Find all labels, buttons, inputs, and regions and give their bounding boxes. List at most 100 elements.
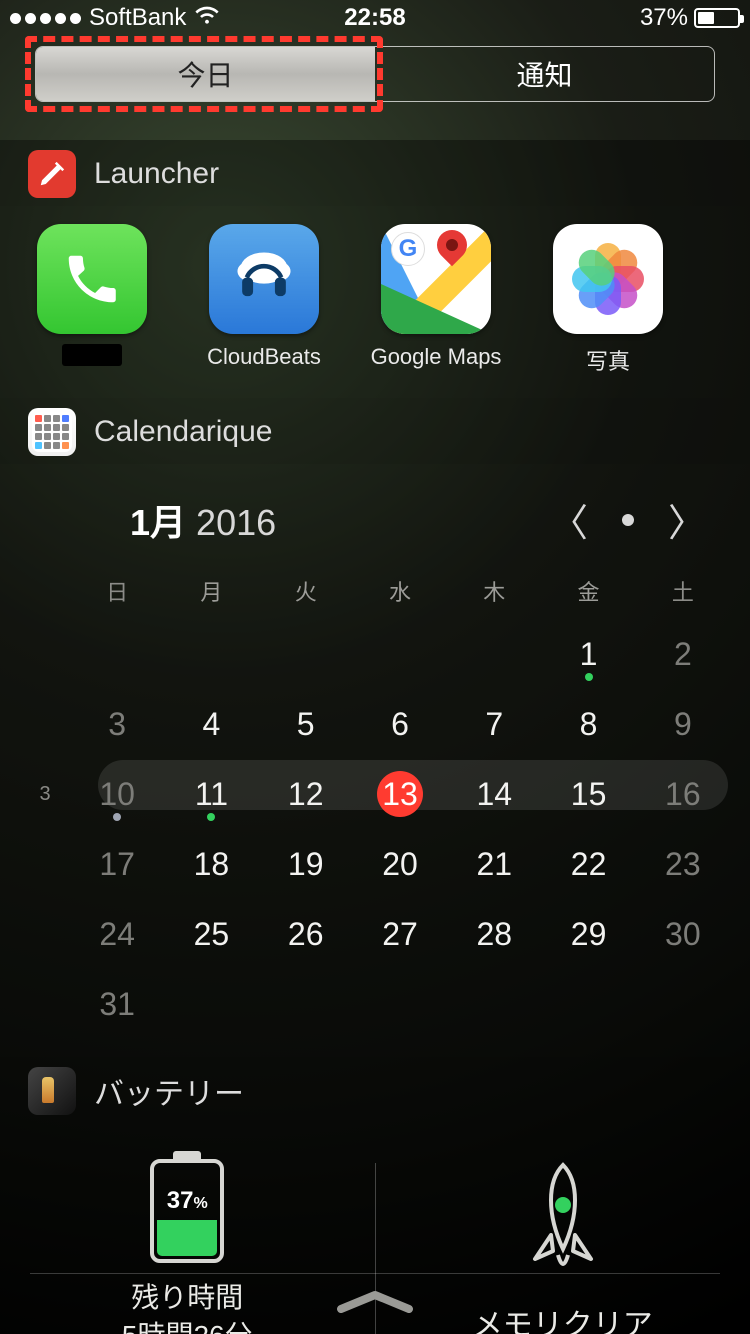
calendar-month-year: 1月 2016 bbox=[130, 494, 276, 546]
calendar-day bbox=[353, 971, 447, 1037]
dow-label: 水 bbox=[353, 571, 447, 617]
launcher-app-icon bbox=[28, 150, 76, 198]
memory-clear-button[interactable]: メモリクリア bbox=[376, 1159, 750, 1334]
calendar-day[interactable]: 15 bbox=[541, 761, 635, 827]
app-tile-googlemaps[interactable]: G Google Maps bbox=[376, 224, 496, 376]
calendar-day[interactable]: 22 bbox=[541, 831, 635, 897]
calendar-day bbox=[541, 971, 635, 1037]
app-tile-cloudbeats[interactable]: CloudBeats bbox=[204, 224, 324, 376]
battery-status-column: 37% 残り時間 5時間26分 bbox=[0, 1159, 375, 1334]
calendar-day[interactable]: 29 bbox=[541, 901, 635, 967]
wifi-icon bbox=[194, 2, 220, 35]
dow-label: 木 bbox=[447, 571, 541, 617]
tab-today[interactable]: 今日 bbox=[36, 47, 375, 101]
battery-remaining-value: 5時間26分 bbox=[122, 1317, 253, 1334]
calendar-grid: 日月火水木金土123456789310111213141516171819202… bbox=[20, 571, 730, 1037]
calendar-day[interactable]: 11 bbox=[164, 761, 258, 827]
dow-label: 金 bbox=[541, 571, 635, 617]
week-number bbox=[20, 621, 70, 687]
launcher-grid: CloudBeats G Google Maps 写真 bbox=[0, 206, 750, 398]
app-tile-phone[interactable] bbox=[32, 224, 152, 376]
photos-icon bbox=[553, 224, 663, 334]
memory-clear-label: メモリクリア bbox=[473, 1300, 653, 1334]
battery-icon bbox=[694, 8, 740, 28]
calendar-day[interactable]: 7 bbox=[447, 691, 541, 757]
carrier-label: SoftBank bbox=[89, 4, 186, 32]
signal-strength-icon bbox=[10, 13, 81, 24]
calendar-day[interactable]: 9 bbox=[636, 691, 730, 757]
calendar-month: 1月 bbox=[130, 502, 186, 543]
cloudbeats-icon bbox=[209, 224, 319, 334]
calendar-day bbox=[70, 621, 164, 687]
tab-notifications[interactable]: 通知 bbox=[375, 47, 714, 101]
week-number: 3 bbox=[20, 761, 70, 827]
calendar-day[interactable]: 25 bbox=[164, 901, 258, 967]
calendar-day bbox=[447, 621, 541, 687]
calendar-day[interactable]: 10 bbox=[70, 761, 164, 827]
dow-label: 火 bbox=[259, 571, 353, 617]
rocket-icon bbox=[513, 1159, 613, 1284]
separator bbox=[30, 1273, 720, 1274]
calendar-day[interactable]: 8 bbox=[541, 691, 635, 757]
calendar-prev-button[interactable]: 〈 bbox=[550, 492, 588, 547]
calendar-day[interactable]: 14 bbox=[447, 761, 541, 827]
calendar-day bbox=[636, 971, 730, 1037]
calendar-day bbox=[259, 621, 353, 687]
event-dot-icon bbox=[207, 813, 215, 821]
calendar-day[interactable]: 30 bbox=[636, 901, 730, 967]
app-label: 写真 bbox=[586, 344, 630, 376]
battery-percent-label: 37% bbox=[640, 4, 688, 32]
calendar-today-button[interactable] bbox=[622, 514, 634, 526]
grabber-handle[interactable] bbox=[335, 1289, 415, 1320]
calendar-day[interactable]: 27 bbox=[353, 901, 447, 967]
calendar-day[interactable]: 4 bbox=[164, 691, 258, 757]
calendar-day[interactable]: 18 bbox=[164, 831, 258, 897]
battery-gauge-icon: 37% bbox=[150, 1159, 224, 1263]
battery-widget-header: バッテリー bbox=[0, 1057, 750, 1123]
calendar-day[interactable]: 2 bbox=[636, 621, 730, 687]
calendar-day[interactable]: 16 bbox=[636, 761, 730, 827]
app-tile-photos[interactable]: 写真 bbox=[548, 224, 668, 376]
week-number bbox=[20, 971, 70, 1037]
calendar-day bbox=[353, 621, 447, 687]
app-label: Google Maps bbox=[371, 344, 502, 370]
dow-label: 日 bbox=[70, 571, 164, 617]
calendar-widget: 1月 2016 〈 〉 日月火水木金土123456789310111213141… bbox=[0, 464, 750, 1057]
calendar-day[interactable]: 21 bbox=[447, 831, 541, 897]
calendar-year: 2016 bbox=[196, 502, 276, 543]
battery-percent-suffix: % bbox=[193, 1195, 207, 1212]
calendarique-title: Calendarique bbox=[94, 415, 272, 449]
event-dot-icon bbox=[585, 673, 593, 681]
googlemaps-icon: G bbox=[381, 224, 491, 334]
calendar-day bbox=[164, 971, 258, 1037]
calendar-day[interactable]: 19 bbox=[259, 831, 353, 897]
battery-percent-number: 37 bbox=[167, 1187, 194, 1214]
calendar-day[interactable]: 1 bbox=[541, 621, 635, 687]
calendar-day[interactable]: 23 bbox=[636, 831, 730, 897]
battery-widget-title: バッテリー bbox=[94, 1069, 244, 1113]
calendar-day[interactable]: 13 bbox=[353, 761, 447, 827]
battery-app-icon bbox=[28, 1067, 76, 1115]
week-number bbox=[20, 691, 70, 757]
week-number bbox=[20, 901, 70, 967]
calendar-day[interactable]: 31 bbox=[70, 971, 164, 1037]
calendar-day[interactable]: 5 bbox=[259, 691, 353, 757]
calendar-day bbox=[259, 971, 353, 1037]
launcher-title: Launcher bbox=[94, 157, 219, 191]
week-number bbox=[20, 831, 70, 897]
calendar-day[interactable]: 3 bbox=[70, 691, 164, 757]
calendar-day bbox=[447, 971, 541, 1037]
battery-remaining-label: 残り時間 bbox=[122, 1279, 253, 1317]
calendarique-widget-header: Calendarique bbox=[0, 398, 750, 464]
calendar-next-button[interactable]: 〉 bbox=[668, 492, 706, 547]
calendar-day[interactable]: 6 bbox=[353, 691, 447, 757]
status-bar: SoftBank 22:58 37% bbox=[0, 0, 750, 36]
launcher-widget-header: Launcher bbox=[0, 140, 750, 206]
calendar-day[interactable]: 20 bbox=[353, 831, 447, 897]
calendar-day[interactable]: 17 bbox=[70, 831, 164, 897]
calendar-day[interactable]: 28 bbox=[447, 901, 541, 967]
calendar-day[interactable]: 26 bbox=[259, 901, 353, 967]
clock: 22:58 bbox=[344, 4, 405, 32]
calendar-day[interactable]: 24 bbox=[70, 901, 164, 967]
calendar-day[interactable]: 12 bbox=[259, 761, 353, 827]
